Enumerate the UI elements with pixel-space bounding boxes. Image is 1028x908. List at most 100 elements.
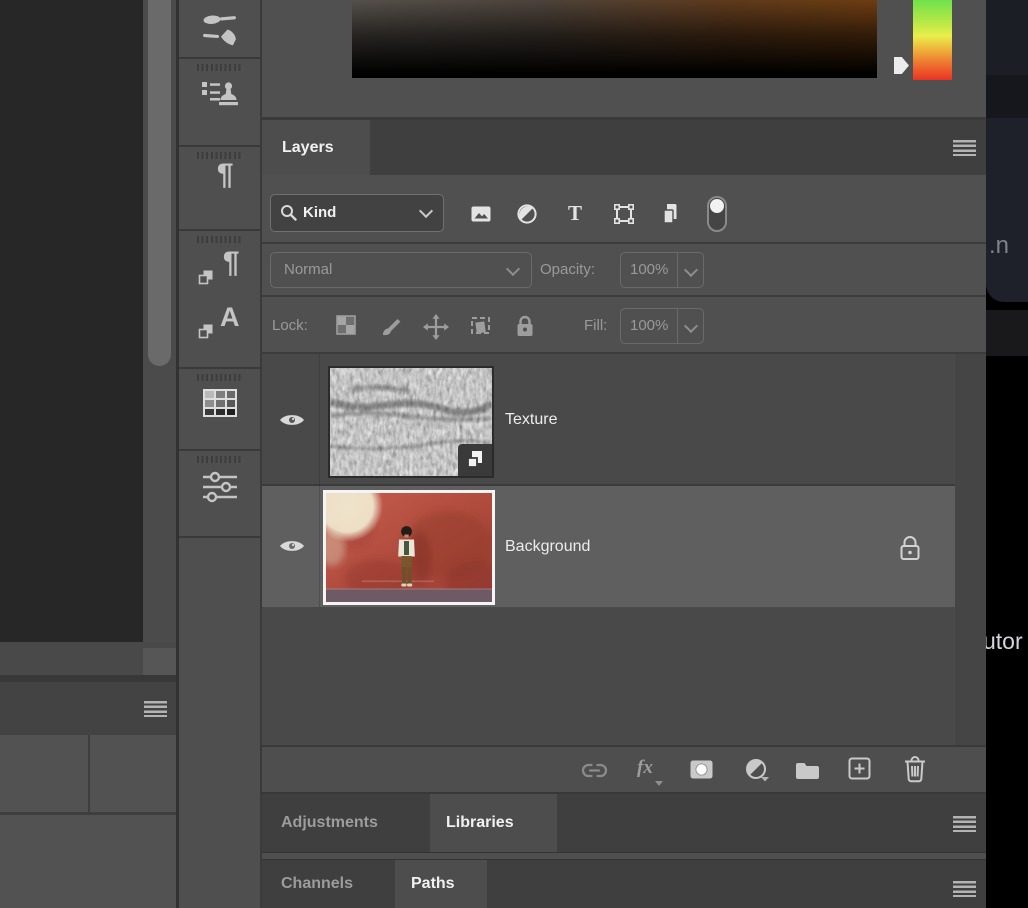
tab-libraries-label: Libraries [446, 814, 514, 831]
new-group-icon[interactable] [795, 761, 820, 779]
dock-grip[interactable] [197, 456, 243, 463]
new-adjustment-layer-icon[interactable] [745, 758, 773, 784]
visibility-eye-icon[interactable] [277, 410, 307, 430]
dock-cell-brush-settings[interactable] [179, 0, 260, 59]
layers-list-gutter [955, 354, 986, 745]
layers-panel-menu-icon[interactable] [953, 140, 976, 156]
opacity-label: Opacity: [540, 252, 595, 288]
kind-dropdown-value: Kind [303, 195, 336, 230]
paragraph-icon[interactable]: ¶ [198, 159, 242, 199]
chevron-down-icon [655, 781, 663, 786]
dock-grip[interactable] [197, 236, 243, 243]
bottom-left-panel-header [0, 682, 176, 735]
dock-grip[interactable] [197, 374, 243, 381]
dock-cell-paragraph[interactable]: ¶ [179, 147, 260, 231]
tab-layers[interactable]: Layers [262, 120, 370, 175]
canvas-pasteboard [0, 0, 143, 642]
layers-footer-toolbar [262, 747, 986, 792]
visibility-eye-icon[interactable] [277, 536, 307, 556]
lock-transparent-pixels-icon[interactable] [335, 314, 357, 336]
texture-layer-thumbnail[interactable] [328, 366, 494, 478]
new-layer-icon[interactable] [848, 757, 871, 780]
chevron-down-icon [506, 262, 520, 276]
fill-value: 100% [630, 309, 668, 342]
smart-object-filter-icon[interactable] [659, 202, 683, 226]
panel-menu-icon[interactable] [144, 701, 167, 717]
bottom-left-panel-band-corner [143, 648, 176, 675]
dock-empty [179, 538, 260, 908]
pixel-layer-filter-icon[interactable] [469, 202, 493, 226]
panel-divider [0, 812, 176, 815]
lock-position-icon[interactable] [423, 314, 449, 340]
blend-mode-dropdown[interactable]: Normal [270, 252, 532, 288]
dock-cell-swatches[interactable] [179, 369, 260, 451]
layer-filtering-toggle[interactable] [707, 196, 727, 232]
tab-paths[interactable]: Paths [395, 860, 487, 908]
layer-name-background[interactable]: Background [505, 486, 590, 607]
lock-image-pixels-icon[interactable] [380, 314, 404, 338]
character-styles-icon[interactable]: A [198, 301, 242, 341]
valbox-divider [677, 309, 679, 343]
paragraph-styles-icon[interactable]: ¶ [198, 247, 242, 287]
opacity-value-box[interactable]: 100% [620, 252, 704, 288]
dock-cell-type-styles[interactable]: ¶ A [179, 231, 260, 369]
layer-locked-icon[interactable] [899, 534, 921, 561]
dock-grip[interactable] [197, 64, 243, 71]
canvas-scrollbar-thumb[interactable] [148, 0, 171, 366]
background-text-strip: utor [986, 310, 1028, 356]
lock-label: Lock: [272, 308, 308, 344]
shape-layer-filter-icon[interactable] [612, 202, 636, 226]
adjustments-libraries-tab-bar: Adjustments Libraries [262, 794, 986, 852]
dock-cell-clone-source[interactable] [179, 59, 260, 147]
lock-artboard-nesting-icon[interactable] [468, 314, 494, 338]
tab-adjustments[interactable]: Adjustments [281, 794, 378, 852]
smart-object-badge [458, 444, 492, 476]
background-window-strip: .n utor [986, 0, 1028, 908]
type-layer-filter-icon[interactable]: T [568, 201, 582, 225]
color-saturation-brightness-field[interactable] [352, 0, 877, 78]
blend-mode-value: Normal [284, 253, 332, 286]
layer-effects-icon[interactable]: fx [637, 757, 653, 779]
tab-paths-label: Paths [411, 875, 455, 892]
background-layer-thumbnail[interactable] [323, 490, 495, 605]
layer-name-texture[interactable]: Texture [505, 355, 557, 485]
canvas-scrollbar-track[interactable] [143, 0, 176, 642]
panel-column: Layers Kind T [262, 0, 986, 908]
delete-layer-icon[interactable] [903, 755, 927, 783]
styles-squares-icon [198, 323, 214, 339]
link-layers-icon[interactable] [581, 762, 608, 779]
background-card [986, 118, 1028, 302]
fill-value-box[interactable]: 100% [620, 308, 704, 344]
background-text-fragment: .n [989, 232, 1009, 260]
panel-divider [262, 295, 986, 297]
photoshop-workspace: ¶ ¶ A [0, 0, 1028, 908]
smart-object-badge-icon [465, 449, 487, 471]
dock-cell-sliders[interactable] [179, 451, 260, 538]
tab-channels[interactable]: Channels [281, 860, 353, 908]
background-window-area [986, 0, 1028, 75]
background-window-area [986, 75, 1028, 118]
lock-all-icon[interactable] [514, 314, 536, 338]
add-layer-mask-icon[interactable] [690, 760, 713, 779]
background-text-fragment: utor [986, 628, 1023, 655]
brush-settings-icon[interactable] [200, 10, 240, 46]
panel-divider [262, 242, 986, 244]
adjustment-layer-filter-icon[interactable] [515, 202, 539, 226]
tab-layers-label: Layers [282, 139, 334, 156]
clone-source-icon[interactable] [201, 77, 239, 111]
chevron-down-icon[interactable] [684, 263, 698, 277]
search-icon [280, 204, 297, 221]
libraries-panel-menu-icon[interactable] [953, 816, 976, 832]
layers-tab-bar: Layers [262, 120, 986, 175]
tab-libraries[interactable]: Libraries [430, 794, 557, 852]
hue-ramp[interactable] [913, 0, 952, 80]
sliders-icon[interactable] [201, 469, 239, 505]
paths-panel-menu-icon[interactable] [953, 881, 976, 897]
panel-divider [0, 675, 176, 682]
chevron-down-icon [419, 204, 433, 218]
hue-slider-arrow-icon[interactable] [894, 57, 909, 74]
swatches-grid-icon[interactable] [202, 388, 238, 418]
chevron-down-icon[interactable] [684, 319, 698, 333]
layer-filter-kind-dropdown[interactable]: Kind [270, 194, 444, 232]
panel-divider [88, 735, 90, 813]
